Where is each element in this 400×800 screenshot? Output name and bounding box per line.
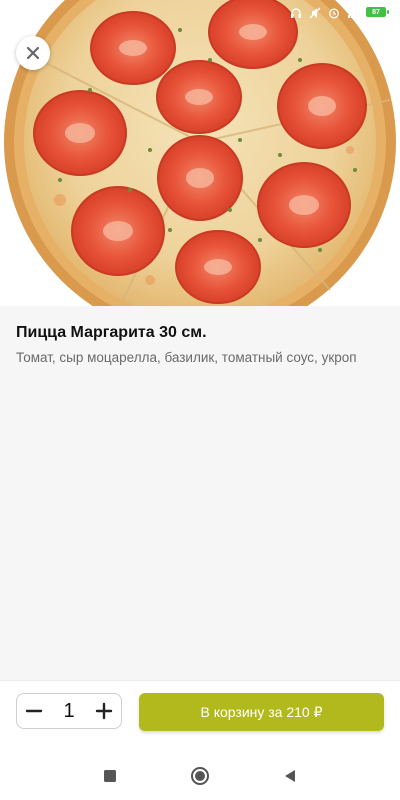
quantity-value: 1 <box>63 699 75 722</box>
decrease-button[interactable] <box>17 694 51 728</box>
product-screen: 87 Пицца Маргарита 30 см. Томат, сыр моц… <box>0 0 400 800</box>
back-button[interactable] <box>280 766 300 786</box>
pizza-illustration <box>4 0 396 306</box>
battery-indicator: 87 <box>366 7 389 17</box>
increase-button[interactable] <box>87 694 121 728</box>
headphones-icon <box>290 6 302 18</box>
home-icon <box>191 767 209 785</box>
signal-icon <box>347 6 359 18</box>
recent-apps-button[interactable] <box>100 766 120 786</box>
system-nav-bar <box>0 752 400 800</box>
quantity-stepper: 1 <box>16 693 122 729</box>
product-description: Томат, сыр моцарелла, базилик, томатный … <box>16 350 357 365</box>
minus-icon <box>25 709 43 713</box>
plus-icon <box>95 702 113 720</box>
recent-apps-icon <box>104 770 116 782</box>
home-button[interactable] <box>190 766 210 786</box>
close-button[interactable] <box>16 36 50 70</box>
muted-icon <box>309 6 321 19</box>
order-bar: 1 В корзину за 210 ₽ <box>0 680 400 753</box>
alarm-icon <box>328 6 340 19</box>
status-bar: 87 <box>0 0 400 24</box>
close-icon <box>26 46 40 60</box>
add-to-cart-button[interactable]: В корзину за 210 ₽ <box>139 693 384 731</box>
back-icon <box>285 770 295 782</box>
product-image <box>0 0 400 306</box>
product-title: Пицца Маргарита 30 см. <box>16 324 207 341</box>
product-info: Пицца Маргарита 30 см. Томат, сыр моцаре… <box>0 306 400 365</box>
